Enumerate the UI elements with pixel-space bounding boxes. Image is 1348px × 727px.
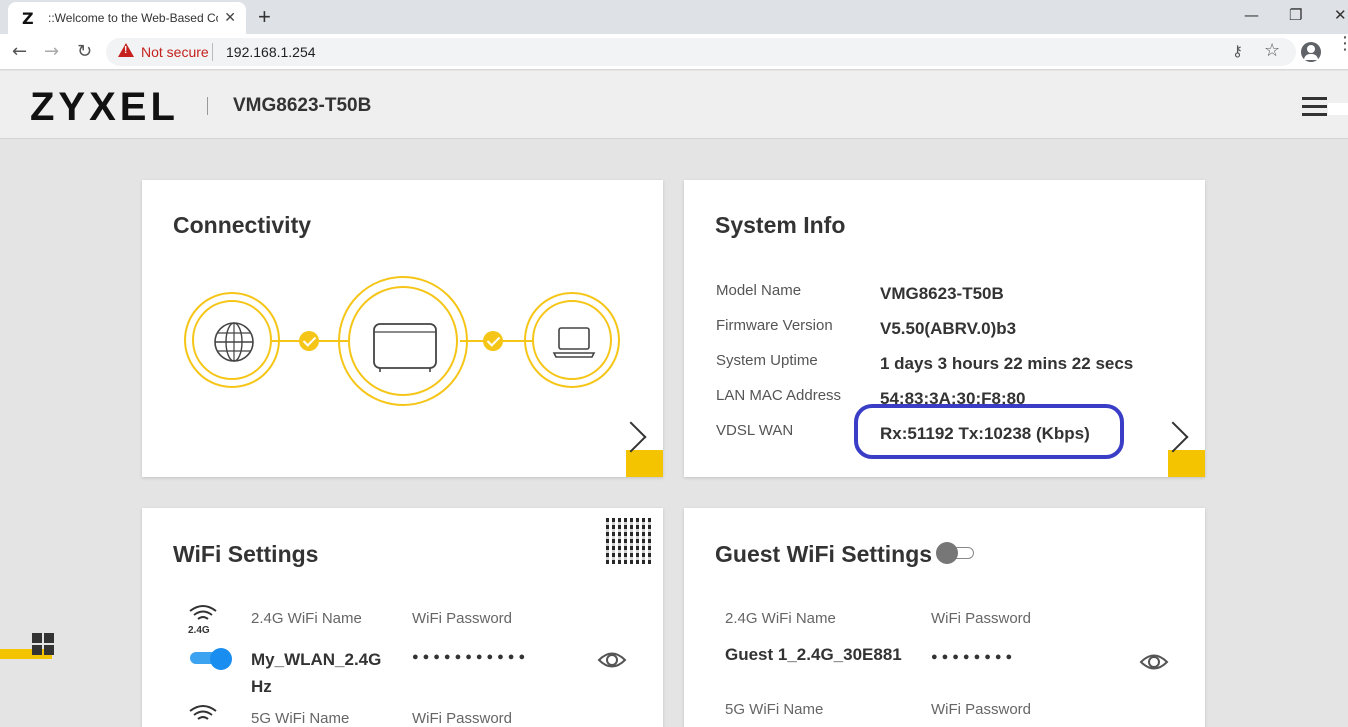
minimize-button[interactable]: — bbox=[1244, 6, 1259, 24]
guest-24-password-value: ●●●●●●●● bbox=[931, 651, 1017, 663]
eye-icon[interactable] bbox=[597, 649, 627, 671]
chevron-right-icon bbox=[1157, 421, 1189, 453]
guest-5g-password-label: WiFi Password bbox=[931, 701, 1032, 718]
globe-icon bbox=[214, 322, 254, 362]
router-node[interactable] bbox=[338, 276, 468, 406]
guest-24-password-label: WiFi Password bbox=[931, 610, 1032, 627]
firmware-version-value: V5.50(ABRV.0)b3 bbox=[880, 319, 1017, 338]
window-close-button[interactable]: ✕ bbox=[1334, 6, 1347, 24]
wifi-24-name-label: 2.4G WiFi Name bbox=[251, 610, 362, 627]
wifi-qr-code[interactable] bbox=[606, 518, 652, 564]
internet-node-inner bbox=[192, 300, 272, 380]
client-node-inner bbox=[532, 300, 612, 380]
internet-status-check-icon bbox=[299, 331, 319, 351]
toggle-knob bbox=[210, 648, 232, 670]
wifi-settings-card[interactable]: WiFi Settings 2.4G 2.4G WiFi Name WiFi P… bbox=[142, 508, 663, 727]
wifi-24-password-label: WiFi Password bbox=[412, 610, 513, 627]
wifi-24-password-value: ●●●●●●●●●●● bbox=[412, 651, 530, 663]
wifi-5g-name-label: 5G WiFi Name bbox=[251, 710, 350, 727]
url-divider bbox=[212, 43, 213, 61]
browser-toolbar: ← → ↻ Not secure 192.168.1.254 ⚷ ☆ ⋮ bbox=[0, 34, 1348, 70]
model-name-value: VMG8623-T50B bbox=[880, 284, 1004, 303]
profile-avatar-icon[interactable] bbox=[1301, 42, 1321, 62]
browser-menu-icon[interactable]: ⋮ bbox=[1336, 35, 1348, 53]
apps-grid-icon[interactable] bbox=[32, 633, 56, 657]
bookmark-star-icon[interactable]: ☆ bbox=[1264, 40, 1280, 61]
new-tab-button[interactable]: + bbox=[258, 4, 271, 30]
vdsl-wan-label: VDSL WAN bbox=[716, 422, 794, 439]
connectivity-title: Connectivity bbox=[173, 212, 312, 238]
wifi-2g-icon bbox=[189, 605, 217, 620]
router-icon bbox=[373, 323, 437, 372]
firmware-version-label: Firmware Version bbox=[716, 317, 833, 334]
address-bar[interactable]: Not secure 192.168.1.254 ⚷ ☆ bbox=[106, 38, 1296, 66]
wifi-5g-icon bbox=[189, 705, 217, 720]
restore-button[interactable]: ❐ bbox=[1289, 6, 1302, 24]
wifi-24-toggle[interactable] bbox=[190, 648, 232, 670]
system-info-more-button[interactable] bbox=[1157, 421, 1205, 477]
reload-button[interactable]: ↻ bbox=[77, 41, 92, 62]
guest-24-name-value: Guest 1_2.4G_30E881 bbox=[725, 645, 902, 664]
system-uptime-value: 1 days 3 hours 22 mins 22 secs bbox=[880, 354, 1134, 373]
zyxel-favicon-icon: Z bbox=[22, 8, 34, 28]
wifi-24-name-value: My_WLAN_2.4G bbox=[251, 650, 382, 669]
chevron-right-icon bbox=[615, 421, 647, 453]
internet-node[interactable] bbox=[184, 292, 280, 388]
forward-button[interactable]: → bbox=[44, 41, 59, 62]
key-icon[interactable]: ⚷ bbox=[1232, 42, 1243, 60]
vdsl-wan-value: Rx:51192 Tx:10238 (Kbps) bbox=[880, 424, 1090, 443]
url-text[interactable]: 192.168.1.254 bbox=[226, 44, 316, 60]
laptop-icon bbox=[552, 327, 596, 358]
guest-5g-name-label: 5G WiFi Name bbox=[725, 701, 824, 718]
system-info-card[interactable]: System Info Model Name VMG8623-T50B Firm… bbox=[684, 180, 1205, 477]
wifi-settings-title: WiFi Settings bbox=[173, 541, 319, 567]
band-24-badge: 2.4G bbox=[188, 625, 210, 636]
not-secure-label[interactable]: Not secure bbox=[141, 44, 209, 60]
app-header: ZYXEL VMG8623-T50B bbox=[0, 71, 1348, 139]
guest-wifi-title: Guest WiFi Settings bbox=[715, 541, 933, 567]
hamburger-menu-icon[interactable] bbox=[1302, 97, 1327, 121]
connectivity-card[interactable]: Connectivity bbox=[142, 180, 663, 477]
wifi-24-name-value-cont: Hz bbox=[251, 677, 272, 696]
lan-status-check-icon bbox=[483, 331, 503, 351]
tab-title: ::Welcome to the Web-Based Co bbox=[48, 11, 218, 25]
guest-wifi-toggle[interactable] bbox=[936, 542, 976, 564]
connectivity-more-button[interactable] bbox=[615, 421, 663, 477]
header-divider bbox=[207, 97, 208, 115]
zyxel-logo: ZYXEL bbox=[30, 85, 179, 129]
client-node[interactable] bbox=[524, 292, 620, 388]
header-edge-tab bbox=[1328, 103, 1348, 115]
system-info-title: System Info bbox=[715, 212, 846, 238]
browser-tabstrip: Z ::Welcome to the Web-Based Co ✕ + — ❐ … bbox=[0, 0, 1348, 34]
system-uptime-label: System Uptime bbox=[716, 352, 818, 369]
browser-tab[interactable]: Z ::Welcome to the Web-Based Co ✕ bbox=[8, 2, 246, 34]
back-button[interactable]: ← bbox=[12, 41, 27, 62]
eye-icon[interactable] bbox=[1139, 651, 1169, 673]
warning-icon bbox=[118, 43, 134, 57]
lan-mac-label: LAN MAC Address bbox=[716, 387, 842, 404]
tab-close-icon[interactable]: ✕ bbox=[224, 9, 236, 26]
model-name-label: Model Name bbox=[716, 282, 802, 299]
guest-24-name-label: 2.4G WiFi Name bbox=[725, 610, 836, 627]
toggle-knob bbox=[936, 542, 958, 564]
guest-wifi-card[interactable]: Guest WiFi Settings 2.4G WiFi Name WiFi … bbox=[684, 508, 1205, 727]
wifi-5g-password-label: WiFi Password bbox=[412, 710, 513, 727]
header-model-name: VMG8623-T50B bbox=[233, 95, 372, 116]
router-node-inner bbox=[348, 286, 458, 396]
